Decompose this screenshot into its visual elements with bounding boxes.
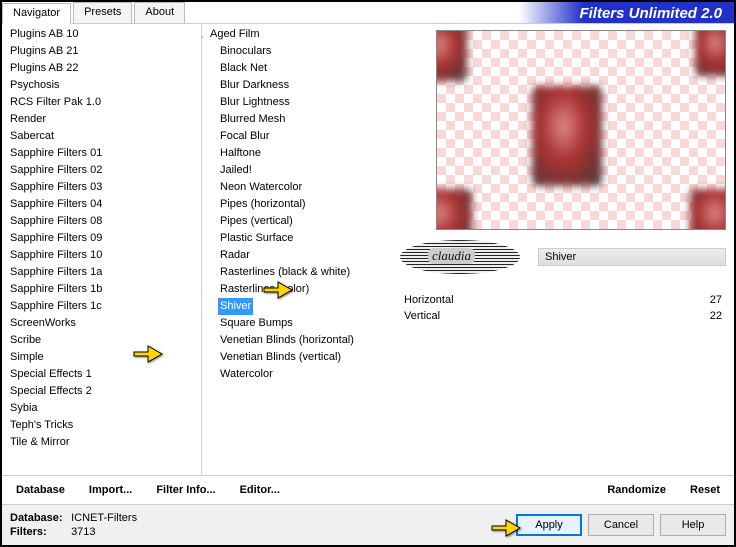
filter-item[interactable]: Radar <box>218 247 392 264</box>
filters-count-label: Filters: <box>10 525 68 539</box>
category-item[interactable]: Sapphire Filters 04 <box>8 196 201 213</box>
author-logo <box>400 240 520 274</box>
filters-count-value: 3713 <box>71 526 95 538</box>
filter-list[interactable]: Aged FilmBinocularsBlack NetBlur Darknes… <box>202 24 392 475</box>
param-value: 27 <box>710 294 722 306</box>
app-title: Filters Unlimited 2.0 <box>519 2 734 23</box>
filter-item[interactable]: Plastic Surface <box>218 230 392 247</box>
footer-buttons: Apply Cancel Help <box>516 514 726 536</box>
filter-item[interactable]: Neon Watercolor <box>218 179 392 196</box>
category-item[interactable]: Simple <box>8 349 201 366</box>
param-row[interactable]: Horizontal 27 <box>400 292 726 308</box>
toolbar: Database Import... Filter Info... Editor… <box>2 475 734 504</box>
randomize-button[interactable]: Randomize <box>601 480 672 500</box>
category-item[interactable]: Sapphire Filters 10 <box>8 247 201 264</box>
db-value: ICNET-Filters <box>71 512 137 524</box>
category-item[interactable]: Tile & Mirror <box>8 434 201 451</box>
import-button[interactable]: Import... <box>83 480 138 500</box>
category-panel: Plugins AB 10Plugins AB 21Plugins AB 22P… <box>2 24 202 475</box>
category-item[interactable]: Sybia <box>8 400 201 417</box>
help-button[interactable]: Help <box>660 514 726 536</box>
category-item[interactable]: Sapphire Filters 01 <box>8 145 201 162</box>
param-name: Vertical <box>404 310 440 322</box>
preview-image <box>436 30 726 230</box>
category-item[interactable]: Psychosis <box>8 77 201 94</box>
apply-button[interactable]: Apply <box>516 514 582 536</box>
category-item[interactable]: Sapphire Filters 02 <box>8 162 201 179</box>
filter-item[interactable]: Watercolor <box>218 366 392 383</box>
tab-presets[interactable]: Presets <box>73 2 132 23</box>
category-item[interactable]: Plugins AB 10 <box>8 26 201 43</box>
category-item[interactable]: Sapphire Filters 1b <box>8 281 201 298</box>
category-item[interactable]: Sapphire Filters 03 <box>8 179 201 196</box>
filter-item[interactable]: Jailed! <box>218 162 392 179</box>
parameter-list: Horizontal 27 Vertical 22 <box>400 292 726 324</box>
cancel-button[interactable]: Cancel <box>588 514 654 536</box>
filter-item[interactable]: Venetian Blinds (horizontal) <box>218 332 392 349</box>
filter-item[interactable]: Pipes (horizontal) <box>218 196 392 213</box>
filter-panel: Aged FilmBinocularsBlack NetBlur Darknes… <box>202 24 392 475</box>
param-name: Horizontal <box>404 294 454 306</box>
category-item[interactable]: Scribe <box>8 332 201 349</box>
category-item[interactable]: Render <box>8 111 201 128</box>
main: Plugins AB 10Plugins AB 21Plugins AB 22P… <box>2 24 734 475</box>
category-item[interactable]: Special Effects 1 <box>8 366 201 383</box>
controls-head: Shiver <box>400 240 726 274</box>
db-label: Database: <box>10 511 68 525</box>
filter-item[interactable]: Focal Blur <box>218 128 392 145</box>
filter-item[interactable]: Shiver <box>218 298 253 315</box>
header: Navigator Presets About Filters Unlimite… <box>2 2 734 24</box>
category-item[interactable]: Sapphire Filters 1a <box>8 264 201 281</box>
param-value: 22 <box>710 310 722 322</box>
footer: Database: ICNET-Filters Filters: 3713 Ap… <box>2 504 734 545</box>
category-item[interactable]: ScreenWorks <box>8 315 201 332</box>
category-item[interactable]: Special Effects 2 <box>8 383 201 400</box>
filter-item[interactable]: Black Net <box>218 60 392 77</box>
tab-about[interactable]: About <box>134 2 185 23</box>
category-item[interactable]: Sapphire Filters 08 <box>8 213 201 230</box>
category-list[interactable]: Plugins AB 10Plugins AB 21Plugins AB 22P… <box>2 24 201 475</box>
category-item[interactable]: Teph's Tricks <box>8 417 201 434</box>
param-row[interactable]: Vertical 22 <box>400 308 726 324</box>
category-item[interactable]: Plugins AB 22 <box>8 60 201 77</box>
filter-item[interactable]: Blurred Mesh <box>218 111 392 128</box>
editor-button[interactable]: Editor... <box>234 480 286 500</box>
tab-navigator[interactable]: Navigator <box>2 3 71 24</box>
filter-info-button[interactable]: Filter Info... <box>150 480 221 500</box>
filter-item[interactable]: Square Bumps <box>218 315 392 332</box>
current-filter-name: Shiver <box>538 248 726 266</box>
category-item[interactable]: Sabercat <box>8 128 201 145</box>
category-item[interactable]: Sapphire Filters 1c <box>8 298 201 315</box>
filter-item[interactable]: Rasterlines (black & white) <box>218 264 392 281</box>
category-item[interactable]: Plugins AB 21 <box>8 43 201 60</box>
filter-branch[interactable]: Aged Film <box>208 26 392 43</box>
database-button[interactable]: Database <box>10 480 71 500</box>
filter-item[interactable]: Blur Darkness <box>218 77 392 94</box>
filter-item[interactable]: Halftone <box>218 145 392 162</box>
filter-item[interactable]: Rasterlines (color) <box>218 281 392 298</box>
tab-bar: Navigator Presets About <box>2 2 187 23</box>
reset-button[interactable]: Reset <box>684 480 726 500</box>
filter-item[interactable]: Binoculars <box>218 43 392 60</box>
filter-item[interactable]: Blur Lightness <box>218 94 392 111</box>
category-item[interactable]: RCS Filter Pak 1.0 <box>8 94 201 111</box>
footer-info: Database: ICNET-Filters Filters: 3713 <box>10 511 137 539</box>
filter-item[interactable]: Pipes (vertical) <box>218 213 392 230</box>
preview-panel: Shiver Horizontal 27 Vertical 22 <box>392 24 734 475</box>
filter-item[interactable]: Venetian Blinds (vertical) <box>218 349 392 366</box>
category-item[interactable]: Sapphire Filters 09 <box>8 230 201 247</box>
